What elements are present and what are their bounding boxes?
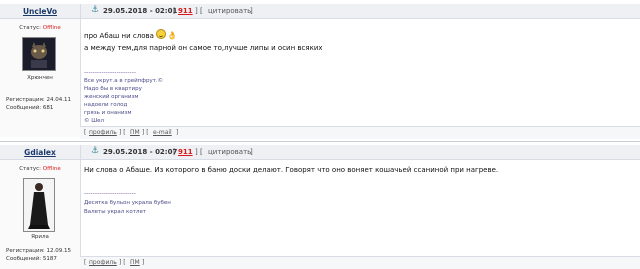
signature-line: женский организм — [84, 94, 139, 100]
bracket: ] [ — [119, 129, 126, 136]
author-name-link[interactable]: UncleVo — [0, 7, 80, 16]
signature-line: грязь и онанизм — [84, 110, 132, 116]
anchor-icon[interactable]: ⚓ — [91, 146, 99, 156]
smiley-icon — [155, 29, 166, 39]
bracket: ] [ — [195, 7, 203, 15]
quote-link[interactable]: цитировать — [208, 148, 251, 156]
signature-line: © Шел — [84, 118, 105, 124]
post-header: UncleVo ⚓ 29.05.2018 - 02:01 [ 911 ] [ ц… — [0, 4, 640, 19]
post-number-link[interactable]: 911 — [178, 7, 193, 15]
bracket: ] [ — [119, 259, 126, 266]
bracket: [ — [84, 129, 87, 136]
signature-line: Надо бы в квартиру — [84, 86, 142, 92]
author-panel: Статус: Offline Ярила Регистрация: 12.09… — [0, 160, 81, 269]
signature-line: Все укрут.а в грейпфрут.© — [84, 78, 164, 84]
registration-line: Регистрация: 12.09.15 — [6, 248, 71, 254]
msgs-count: 5187 — [42, 256, 57, 262]
status-value: Offline — [42, 166, 61, 172]
messages-line: Сообщений: 681 — [6, 105, 53, 111]
post-date: 29.05.2018 - 02:07 — [103, 148, 178, 156]
avatar-caption: Хрюнчен — [27, 75, 53, 81]
status-value: Offline — [42, 25, 61, 31]
avatar — [22, 37, 56, 71]
avatar — [23, 178, 55, 232]
pm-link[interactable]: ПМ — [130, 259, 140, 266]
bracket: [ — [173, 7, 176, 15]
avatar-caption: Ярила — [31, 234, 49, 240]
reg-date: 24.04.11 — [46, 97, 71, 103]
post-header-info: ⚓ 29.05.2018 - 02:07 [ 911 ] [ цитироват… — [80, 145, 640, 159]
author-panel: Статус: Offline Хрюнчен Регистрация: 24.… — [0, 19, 81, 137]
thumbs-up-icon: 👌 — [166, 31, 177, 40]
post-text: про Абаш ни слова — [84, 32, 154, 40]
status-line: Статус: Offline — [0, 25, 80, 31]
bracket: ] — [250, 148, 253, 156]
post-body-line: про Абаш ни слова 👌 — [84, 29, 177, 40]
profile-link[interactable]: профиль — [89, 259, 117, 266]
post-divider — [0, 141, 640, 142]
post-date: 29.05.2018 - 02:01 — [103, 7, 178, 15]
bracket: ] [ — [142, 129, 149, 136]
quote-link[interactable]: цитировать — [208, 7, 251, 15]
bracket: [ — [84, 259, 87, 266]
reg-label: Регистрация: — [6, 97, 45, 103]
status-label: Статус: — [19, 25, 41, 31]
signature-line: Валеты украл котлет — [84, 209, 147, 215]
status-label: Статус: — [19, 166, 41, 172]
post-number-link[interactable]: 911 — [178, 148, 193, 156]
msgs-label: Сообщений: — [6, 256, 42, 262]
post-header-info: ⚓ 29.05.2018 - 02:01 [ 911 ] [ цитироват… — [80, 4, 640, 18]
reg-label: Регистрация: — [6, 248, 45, 254]
status-line: Статус: Offline — [0, 166, 80, 172]
registration-line: Регистрация: 24.04.11 — [6, 97, 71, 103]
reg-date: 12.09.15 — [46, 248, 71, 254]
messages-line: Сообщений: 5187 — [6, 256, 57, 262]
signature-line: Десятка бульон украла бубен — [84, 200, 171, 206]
pm-link[interactable]: ПМ — [130, 129, 140, 136]
bracket: ] — [142, 259, 145, 266]
bracket: [ — [173, 148, 176, 156]
anchor-icon[interactable]: ⚓ — [91, 5, 99, 15]
post-text: а между тем,для парной он самое то,лучше… — [84, 44, 323, 52]
post-header: Gdialex ⚓ 29.05.2018 - 02:07 [ 911 ] [ ц… — [0, 145, 640, 160]
msgs-count: 681 — [42, 105, 54, 111]
signature-line: надоели голод — [84, 102, 128, 108]
post-footer: [ профиль ] [ ПМ ] — [80, 256, 640, 269]
post-text: Ни слова о Абаше. Из которого в баню дос… — [84, 166, 499, 174]
msgs-label: Сообщений: — [6, 105, 42, 111]
bracket: ] — [176, 129, 179, 136]
bracket: ] [ — [195, 148, 203, 156]
profile-link[interactable]: профиль — [89, 129, 117, 136]
post-footer: [ профиль ] [ ПМ ] [ e-mail ] — [80, 126, 640, 139]
email-link[interactable]: e-mail — [153, 129, 172, 136]
bracket: ] — [250, 7, 253, 15]
signature-separator: ------------------------ — [84, 190, 136, 197]
author-name-link[interactable]: Gdialex — [0, 148, 80, 157]
signature-separator: ------------------------ — [84, 69, 136, 76]
